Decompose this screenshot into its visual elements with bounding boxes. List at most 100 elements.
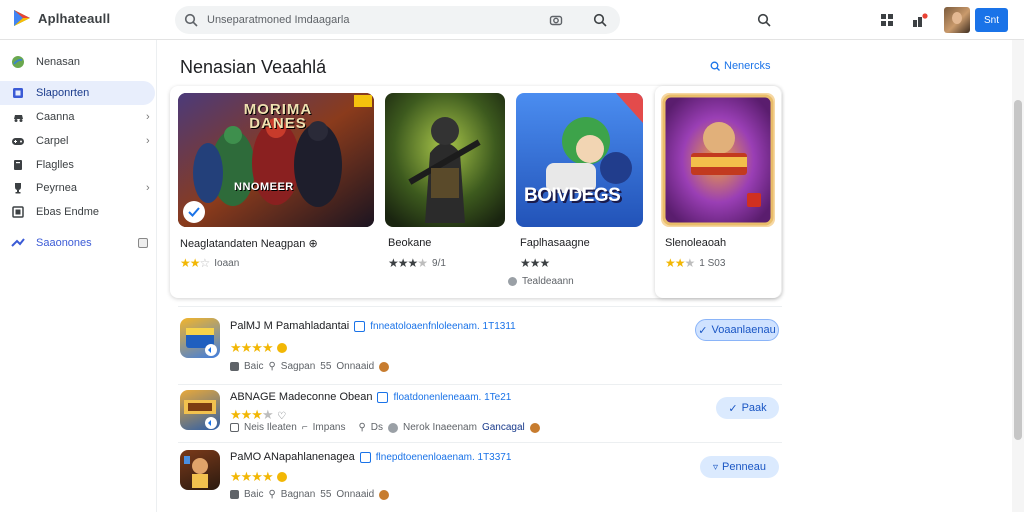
game-banner: MORIMA DANES [243,101,313,132]
search-small-icon: ⚲ [358,422,366,433]
sidebar-item-label: Nenasan [36,56,81,68]
planet-icon [11,55,25,69]
list-item[interactable]: PalMJ M Pamahladantai fnneatoloaenfnlole… [170,312,782,382]
game-poster-title: NNOMEER [234,181,294,193]
stars-icon: ★★☆ [180,256,210,270]
sidebar-item-cars[interactable]: Caanna › [0,105,155,129]
check-icon: ✓ [728,402,738,415]
sidebar-item-label: Saaonones [36,237,92,249]
cookie-icon [379,489,390,500]
cookie-icon [379,361,390,372]
app-subtitle: fnneatoloaenfnloleenam. 1T1311 [370,320,516,332]
meta-tag: 55 [320,361,332,372]
flag-icon: ⌐ [301,422,308,433]
scrollbar[interactable] [1012,40,1024,512]
meta-tag: Gancagal [481,422,525,433]
search-icon-secondary[interactable] [755,11,773,29]
stars-icon: ★★★★ [230,469,274,484]
notifications-button[interactable] [911,11,929,29]
row-2-action-button[interactable]: ✓ Paak [716,397,779,419]
verified-badge-icon [377,391,389,403]
apps-grid-button[interactable] [878,11,896,29]
meta-tag: Baic [244,361,264,372]
game-card-2-art[interactable] [385,93,505,227]
sidebar: Nenasan Slaponrten Caanna › Carpel › Fla… [0,40,157,512]
meta-tag: Sagpan [280,361,316,372]
list-item-meta: Baic ⚲ Bagnan 55 Onnaaid [230,489,390,500]
rating-value: 9/1 [432,257,446,269]
check-icon: ✓ [698,324,708,337]
sidebar-item-apps[interactable]: Slaponrten [0,81,155,105]
row-1-action-button[interactable]: ✓ Voaanlaenau [695,319,779,341]
grid-icon [11,205,25,219]
game-card-3-art[interactable]: BOIVDEGS [516,93,643,227]
stars-icon: ★★★★ [230,340,274,355]
see-more-link[interactable]: Nenercks [710,60,770,72]
search-submit-icon[interactable] [593,13,607,27]
apps-icon [11,86,25,100]
list-item-title: ABNAGE Madeconne Obean floatdonenleneaam… [230,391,511,403]
action-label: Paak [741,402,767,414]
sidebar-item-label: Ebas Endme [36,206,99,218]
list-item-rating: ★★★★ [230,339,288,357]
age-rating-icon [230,490,239,499]
sidebar-item-label: Carpel [36,135,69,147]
meta-tag: 55 [320,489,332,500]
list-item[interactable]: ABNAGE Madeconne Obean floatdonenleneaam… [170,388,782,444]
sidebar-item-label: Flaglles [36,159,74,171]
game-card-3-downloads: Tealdeaann [508,276,574,287]
pin-icon: ⚲ [268,361,276,372]
app-name: Aplhateaull [38,10,111,26]
game-card-1-rating: ★★☆ Ioaan [180,256,239,270]
heart-icon: ▿ [712,461,718,473]
game-card-3-title[interactable]: Faplhasaagne [520,237,590,249]
sidebar-item-label: Caanna [36,111,75,123]
tag-icon [230,423,239,432]
game-card-4-rating: ★★★ 1 S03 [665,256,725,270]
game-card-2-title[interactable]: Beokane [388,237,431,249]
game-card-4-title[interactable]: Slenoleaoah [665,237,726,249]
sidebar-item-categories[interactable]: Ebas Endme [0,200,155,224]
action-label: Penneau [721,461,767,473]
sidebar-item-games[interactable]: Carpel › [0,129,155,153]
meta-tag: Neis Ileaten [244,422,297,433]
globe-icon [388,422,399,433]
game-card-4-art[interactable] [661,93,775,227]
chevron-right-icon: › [146,111,150,123]
search-bar[interactable] [175,6,620,34]
game-card-1-title[interactable]: Neaglatandaten Neagpan ⊕ [180,237,318,250]
downloads-value: Tealdeaann [522,276,574,287]
list-item[interactable]: PaMO ANapahlanenagea flnepdtoenenloaenam… [170,448,782,510]
book-icon [11,158,25,172]
meta-tag: Onnaaid [336,489,375,500]
row-3-action-button[interactable]: ▿ Penneau [700,456,779,478]
game-poster-title: BOIVDEGS [524,185,621,206]
search-input[interactable] [207,11,537,29]
app-title: PalMJ M Pamahladantai [230,320,350,332]
featured-card-4: Slenoleaoah ★★★ 1 S03 [655,86,781,298]
avatar[interactable] [944,7,970,33]
camera-icon[interactable] [549,13,563,27]
sidebar-item-home[interactable]: Nenasan [0,50,155,74]
scrollbar-thumb[interactable] [1014,100,1022,440]
app-logo[interactable]: Aplhateaull [12,8,110,28]
magnifier-icon [757,13,771,27]
action-label: Voaanlaenau [711,324,776,336]
sign-in-button[interactable]: Snt [975,8,1008,32]
info-icon [508,277,517,286]
main-content: Nenasian Veaahlá Nenercks MORIMA DANES N… [158,40,1012,512]
logo-icon [14,10,30,26]
see-more-label: Nenercks [724,60,771,72]
grid-icon [881,14,893,26]
list-item-meta: Neis Ileaten ⌐ Impans ⚲ Ds Nerok Inaeena… [230,422,540,433]
car-icon [11,110,25,124]
sidebar-item-offers[interactable]: Saaonones [0,231,155,255]
sidebar-item-payments[interactable]: Peyrnea › [0,176,155,200]
chevron-right-icon: › [146,182,150,194]
game-card-1-art[interactable]: MORIMA DANES NNOMEER [178,93,374,227]
app-icon-2 [180,390,220,430]
game-artwork-icon [385,93,505,227]
sidebar-item-label: Slaponrten [36,87,90,99]
sidebar-item-books[interactable]: Flaglles [0,153,155,177]
coin-icon [277,471,288,482]
